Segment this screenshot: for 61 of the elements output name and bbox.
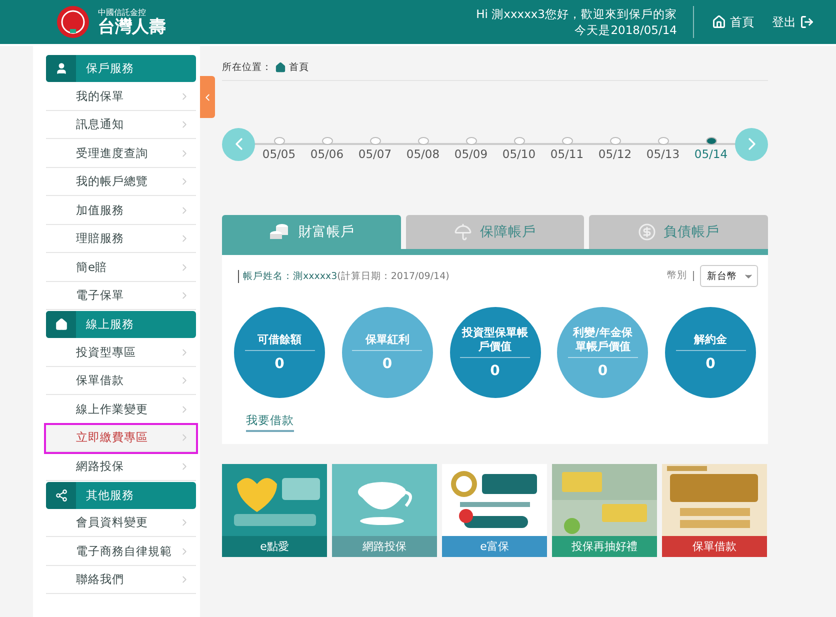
user-icon <box>54 62 68 75</box>
sidebar-item[interactable]: 立即繳費專區 <box>46 424 196 452</box>
sidebar-item[interactable]: 網路投保 <box>46 453 196 480</box>
share-icon <box>54 488 68 502</box>
timeline-date[interactable]: 05/08 <box>406 128 440 160</box>
value-circle: 可借餘額 0 <box>234 307 325 398</box>
sidebar-item[interactable]: 會員資料變更 <box>46 510 196 537</box>
breadcrumb-label: 所在位置： <box>222 60 272 74</box>
sidebar-item[interactable]: 我的帳戶總覽 <box>46 168 196 196</box>
brand-name: 台灣人壽 <box>98 18 166 37</box>
sidebar-item[interactable]: 投資型專區 <box>46 339 196 366</box>
currency-label: 幣別 <box>667 271 694 281</box>
sidebar-item[interactable]: 加值服務 <box>46 197 196 224</box>
brand-subtitle: 中國信託金控 <box>98 7 147 18</box>
previous-button[interactable] <box>222 128 255 160</box>
timeline-date[interactable]: 05/09 <box>454 128 488 160</box>
section-title: 保戶服務 <box>86 61 134 76</box>
value-circle: 解約金 0 <box>665 307 756 398</box>
sidebar-item[interactable]: 聯絡我們 <box>46 566 196 594</box>
sidebar-item[interactable]: 訊息通知 <box>46 112 196 139</box>
house-icon <box>54 318 68 331</box>
timeline-date[interactable]: 05/05 <box>262 128 296 160</box>
value-circle: 利變/年金保單帳戶價值 0 <box>557 307 648 398</box>
promo-banner[interactable]: e富保 <box>442 464 547 557</box>
logout-link[interactable]: 登出 <box>772 14 814 30</box>
sidebar-item[interactable]: 理賠服務 <box>46 226 196 253</box>
date-text: 今天是2018/05/14 <box>574 22 677 38</box>
section-title: 線上服務 <box>86 317 134 332</box>
next-button[interactable] <box>735 128 768 160</box>
sidebar-item[interactable]: 我的保單 <box>46 83 196 110</box>
promo-banner[interactable]: e點愛 <box>222 464 327 557</box>
value-circle: 保單紅利 0 <box>342 307 433 398</box>
timeline-date[interactable]: 05/14 <box>694 128 728 160</box>
breadcrumb-link[interactable]: 首頁 <box>289 60 309 74</box>
value-circle: 投資型保單帳戶價值 0 <box>450 307 540 398</box>
home-link[interactable]: 首頁 <box>712 14 754 30</box>
account-info: 帳戶姓名：測xxxxx3(計算日期：2017/09/14) <box>238 270 450 282</box>
home-icon <box>712 15 726 29</box>
sidebar-item[interactable]: 電子保單 <box>46 282 196 310</box>
promo-banner[interactable]: 保單借款 <box>662 464 767 557</box>
home-icon <box>275 62 286 72</box>
coins-icon <box>268 223 290 241</box>
timeline-date[interactable]: 05/07 <box>358 128 392 160</box>
timeline-date[interactable]: 05/13 <box>646 128 680 160</box>
section-title: 其他服務 <box>86 488 134 502</box>
loan-link[interactable]: 我要借款 <box>246 413 294 432</box>
timeline-date[interactable]: 05/10 <box>502 128 536 160</box>
logo-icon <box>56 5 90 39</box>
sidebar-item[interactable]: 保單借款 <box>46 368 196 395</box>
collapse-button[interactable] <box>200 76 215 118</box>
sidebar-item[interactable]: 電子商務自律規範 <box>46 538 196 566</box>
umbrella-icon <box>454 223 472 241</box>
dollar-icon <box>638 223 656 241</box>
exit-icon <box>800 15 814 29</box>
timeline-date[interactable]: 05/06 <box>310 128 344 160</box>
sidebar-item[interactable]: 受理進度查詢 <box>46 140 196 168</box>
timeline-date[interactable]: 05/11 <box>550 128 584 160</box>
timeline-date[interactable]: 05/12 <box>598 128 632 160</box>
sidebar-item[interactable]: 簡e賠 <box>46 254 196 282</box>
currency-select[interactable]: 新台幣 <box>700 265 758 287</box>
greeting-text: Hi 測xxxxx3您好，歡迎來到保戶的家 <box>476 6 677 22</box>
